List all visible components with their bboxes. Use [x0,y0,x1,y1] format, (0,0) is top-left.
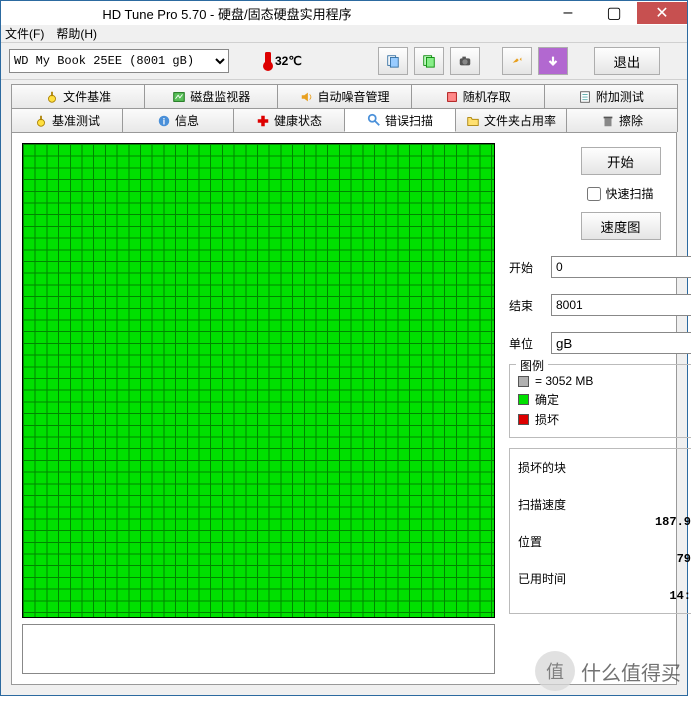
tab-extra-tests[interactable]: 附加测试 [544,84,678,108]
window-title: HD Tune Pro 5.70 - 硬盘/固态硬盘实用程序 [9,4,545,23]
start-label: 开始 [509,259,545,276]
stats-box: 损坏的块 0.0 % 扫描速度 187.9 MB/s 位置 7998 gB 已用时间 1… [509,448,691,614]
tab-health[interactable]: 健康状态 [233,108,345,132]
titlebar: HD Tune Pro 5.70 - 硬盘/固态硬盘实用程序 – ▢ ✕ [1,1,687,25]
legend-box: 图例 = 3052 MB 确定 损坏 [509,364,691,438]
exit-button[interactable]: 退出 [594,47,660,75]
tab-benchmark[interactable]: 基准测试 [11,108,123,132]
temperature-display: 32℃ [261,52,306,70]
close-button[interactable]: ✕ [637,2,687,24]
tab-error-scan[interactable]: 错误扫描 [344,108,456,132]
menubar: 文件(F) 帮助(H) [1,25,687,43]
block-map [22,143,495,618]
scan-speed-value: 187.9 MB/s [518,515,691,529]
toolbar: WD My Book 25EE (8001 gB) 32℃ 退出 [1,43,687,80]
tab-file-benchmark[interactable]: 文件基准 [11,84,145,108]
scan-speed-label: 扫描速度 [518,496,691,513]
tab-folder-usage[interactable]: 文件夹占用率 [455,108,567,132]
options-button[interactable] [502,47,532,75]
speed-map-button[interactable]: 速度图 [581,212,661,240]
maximize-button[interactable]: ▢ [591,2,637,24]
quick-scan-label: 快速扫描 [605,185,653,202]
save-button[interactable] [538,47,568,75]
end-label: 结束 [509,297,545,314]
quick-scan-checkbox[interactable] [587,187,601,201]
tab-info[interactable]: i信息 [122,108,234,132]
tab-erase[interactable]: 擦除 [566,108,678,132]
damaged-blocks-label: 损坏的块 [518,459,691,476]
menu-file[interactable]: 文件(F) [5,25,44,42]
thermometer-icon [265,52,271,70]
elapsed-value: 14:42:50 [518,589,691,603]
log-output[interactable] [22,624,495,674]
temperature-value: 32℃ [275,54,302,68]
tab-row-bottom: 基准测试 i信息 健康状态 错误扫描 文件夹占用率 擦除 [11,108,677,132]
menu-help[interactable]: 帮助(H) [56,25,97,42]
minimize-button[interactable]: – [545,2,591,24]
copy-screenshot-button[interactable] [414,47,444,75]
position-value: 7998 gB [518,552,691,566]
svg-text:i: i [163,116,165,126]
elapsed-label: 已用时间 [518,570,691,587]
legend-block-icon [518,376,529,387]
start-button[interactable]: 开始 [581,147,661,175]
tab-disk-monitor[interactable]: 磁盘监视器 [144,84,278,108]
damaged-blocks-value: 0.0 % [518,478,691,492]
copy-info-button[interactable] [378,47,408,75]
start-input[interactable] [552,257,691,277]
tab-row-top: 文件基准 磁盘监视器 自动噪音管理 随机存取 附加测试 [11,84,677,108]
drive-select[interactable]: WD My Book 25EE (8001 gB) [9,49,229,73]
legend-bad-icon [518,414,529,425]
tab-aam[interactable]: 自动噪音管理 [277,84,411,108]
position-label: 位置 [518,533,691,550]
error-scan-panel: 开始 快速扫描 速度图 开始 ▲▼ 结束 ▲▼ 单位 gB [11,132,677,685]
unit-select[interactable]: gB [551,332,691,354]
save-screenshot-button[interactable] [450,47,480,75]
unit-label: 单位 [509,335,545,352]
legend-ok-icon [518,394,529,405]
end-input[interactable] [552,295,691,315]
tab-random-access[interactable]: 随机存取 [411,84,545,108]
